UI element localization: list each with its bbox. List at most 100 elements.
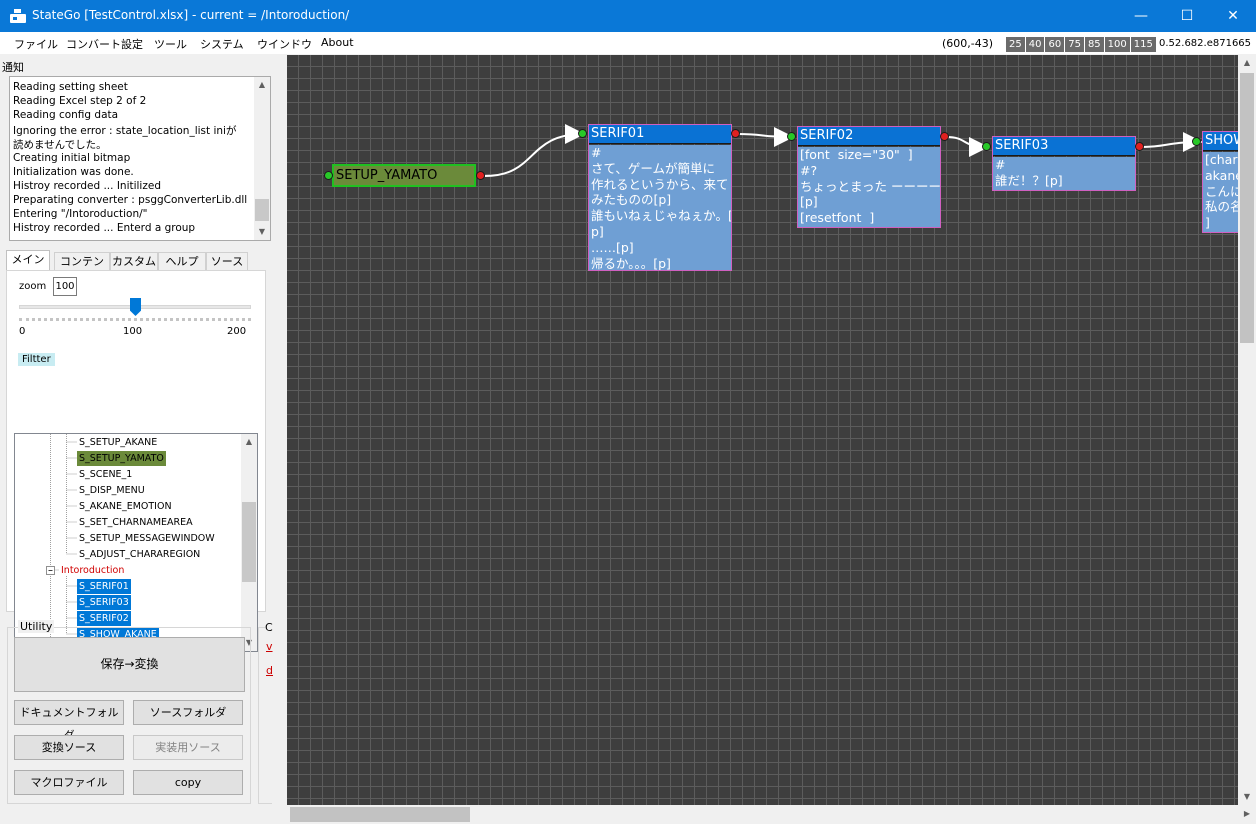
canvas-horizontal-thumb[interactable] [290, 807, 470, 822]
tab-bar: メイン コンテンツ カスタム ヘルプ ソース [6, 250, 266, 285]
menu-tools[interactable]: ツール [154, 36, 187, 52]
menu-window[interactable]: ウインドウ [257, 36, 312, 52]
log-line: 読めませんでした。 [13, 139, 107, 151]
main-tab-content: zoom 100 0 100 200 Filtter S_SETUP_AKANE… [6, 270, 266, 652]
zoom-slider-thumb[interactable] [130, 298, 141, 316]
document-folder-button[interactable]: ドキュメントフォルダ [14, 700, 124, 742]
state-canvas[interactable]: SETUP_YAMATO SERIF01 # さて、ゲームが簡単に 作れるという… [287, 55, 1238, 805]
zoom-preset-75[interactable]: 75 [1065, 37, 1084, 52]
edge-setup-serif01 [484, 124, 585, 177]
tree-scrollbar[interactable]: ▲ ▼ [241, 434, 257, 651]
zoom-preset-100[interactable]: 100 [1104, 37, 1130, 52]
log-line: Entering "/Intoroduction/" [13, 208, 148, 220]
notification-log[interactable]: Reading setting sheet Reading Excel step… [9, 76, 271, 241]
input-port[interactable] [1192, 137, 1201, 146]
copy-button[interactable]: copy [133, 770, 243, 795]
log-line: Preparating converter : psggConverterLib… [13, 194, 248, 206]
node-serif03[interactable]: SERIF03 # 誰だ！？[p] [992, 136, 1136, 191]
source-folder-button[interactable]: ソースフォルダ [133, 700, 243, 725]
tree-item-serif01[interactable]: S_SERIF01 [77, 579, 131, 594]
close-button[interactable]: ✕ [1210, 0, 1256, 32]
tab-source[interactable]: ソース [206, 252, 248, 270]
tree-group-intoroduction[interactable]: Intoroduction [59, 563, 126, 578]
node-show-akane[interactable]: SHOW_AKANE [chara_show name="akane"] aka… [1202, 131, 1238, 233]
filter-button[interactable]: Filtter [18, 353, 55, 366]
output-port[interactable] [476, 171, 485, 180]
tree-item-serif02[interactable]: S_SERIF02 [77, 611, 131, 626]
secondary-link-v[interactable]: v [266, 640, 273, 653]
zoom-preset-40[interactable]: 40 [1025, 37, 1045, 52]
output-port[interactable] [1135, 142, 1144, 151]
scroll-up-icon[interactable]: ▲ [254, 77, 270, 93]
secondary-group [258, 627, 272, 804]
node-title: SERIF03 [993, 137, 1135, 156]
canvas-vertical-scrollbar[interactable]: ▲ ▼ [1238, 55, 1256, 805]
node-title: SERIF02 [798, 127, 940, 146]
implementation-source-button[interactable]: 実装用ソース [133, 735, 243, 760]
canvas-horizontal-scrollbar[interactable] [287, 805, 1238, 824]
tab-main[interactable]: メイン [6, 250, 50, 271]
node-serif01[interactable]: SERIF01 # さて、ゲームが簡単に 作れるというから、来て みたものの[p… [588, 124, 732, 271]
zoom-preset-115[interactable]: 115 [1130, 37, 1156, 52]
secondary-link-d[interactable]: d [266, 664, 273, 677]
cursor-coords: (600,-43) [942, 37, 994, 50]
zoom-preset-60[interactable]: 60 [1045, 37, 1065, 52]
tree-item-setup-yamato[interactable]: S_SETUP_YAMATO [77, 451, 166, 466]
tree-item-scene-1[interactable]: S_SCENE_1 [77, 467, 134, 482]
node-setup-yamato[interactable]: SETUP_YAMATO [332, 164, 476, 187]
zoom-preset-25[interactable]: 25 [1006, 37, 1025, 52]
convert-source-button[interactable]: 変換ソース [14, 735, 124, 760]
window-title: StateGo [TestControl.xlsx] - current = /… [32, 8, 350, 22]
tab-custom[interactable]: カスタム [110, 252, 158, 270]
zoom-mid-label: 100 [123, 326, 143, 337]
scrollbar-corner: ▶ [1238, 805, 1256, 824]
tree-item-adjust-chararegion[interactable]: S_ADJUST_CHARAREGION [77, 547, 202, 562]
tree-item-disp-menu[interactable]: S_DISP_MENU [77, 483, 147, 498]
log-line: Histroy recorded ... Initilized [13, 180, 161, 192]
log-line: Initialization was done. [13, 166, 134, 178]
tree-item-akane-emotion[interactable]: S_AKANE_EMOTION [77, 499, 174, 514]
log-scrollbar[interactable]: ▲ ▼ [254, 77, 270, 240]
tab-help[interactable]: ヘルプ [158, 252, 206, 270]
output-port[interactable] [940, 132, 949, 141]
input-port[interactable] [982, 142, 991, 151]
edge-serif01-serif02 [736, 126, 794, 147]
zoom-slider-ticks [19, 318, 251, 321]
scroll-right-icon[interactable]: ▶ [1239, 806, 1255, 822]
output-port[interactable] [731, 129, 740, 138]
log-scroll-thumb[interactable] [255, 199, 269, 221]
macro-file-button[interactable]: マクロファイル [14, 770, 124, 795]
zoom-input[interactable]: 100 [53, 277, 77, 296]
menu-system[interactable]: システム [200, 36, 244, 52]
app-icon [10, 9, 26, 23]
input-port[interactable] [324, 171, 333, 180]
secondary-group-label: C [265, 621, 273, 634]
log-line: Histroy recorded ... Enterd a group [13, 222, 196, 234]
canvas-vertical-thumb[interactable] [1240, 73, 1254, 343]
tree-scroll-thumb[interactable] [242, 502, 256, 582]
scroll-down-icon[interactable]: ▼ [1239, 789, 1255, 805]
zoom-presets: 25 40 60 75 85 100 115 [1006, 37, 1157, 52]
node-serif02[interactable]: SERIF02 [font size="30" ] #? ちょっとまった ーーー… [797, 126, 941, 228]
menu-file[interactable]: ファイル [14, 36, 58, 52]
edge-serif02-serif03 [946, 136, 989, 157]
tree-item-setup-akane[interactable]: S_SETUP_AKANE [77, 435, 159, 450]
tab-contents[interactable]: コンテンツ [54, 252, 110, 285]
tree-item-setup-messagewindow[interactable]: S_SETUP_MESSAGEWINDOW [77, 531, 217, 546]
scroll-up-icon[interactable]: ▲ [1239, 55, 1255, 71]
scroll-down-icon[interactable]: ▼ [254, 224, 270, 240]
scroll-up-icon[interactable]: ▲ [241, 434, 257, 450]
minimize-button[interactable]: — [1118, 0, 1164, 32]
zoom-preset-85[interactable]: 85 [1084, 37, 1104, 52]
log-line: Reading config data [13, 109, 119, 121]
menu-convert-settings[interactable]: コンバート設定 [66, 36, 143, 52]
left-panel: 通知 Reading setting sheet Reading Excel s… [0, 54, 286, 824]
input-port[interactable] [787, 132, 796, 141]
menu-about[interactable]: About [321, 36, 354, 49]
save-convert-button[interactable]: 保存→変換 [14, 637, 245, 692]
node-title: SERIF01 [589, 125, 731, 144]
tree-item-set-charnamearea[interactable]: S_SET_CHARNAMEAREA [77, 515, 195, 530]
input-port[interactable] [578, 129, 587, 138]
tree-item-serif03[interactable]: S_SERIF03 [77, 595, 131, 610]
maximize-button[interactable]: ☐ [1164, 0, 1210, 32]
